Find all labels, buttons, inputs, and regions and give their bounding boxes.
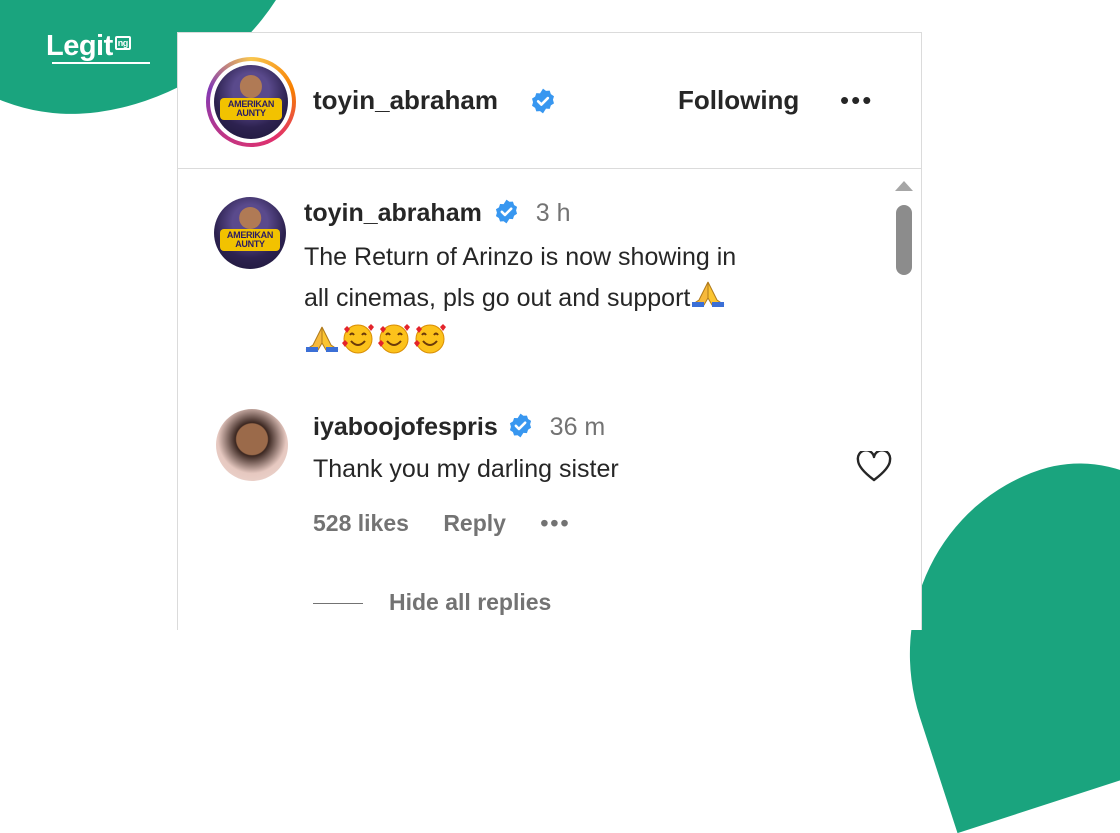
caption-line-2-text: all cinemas, pls go out and support	[304, 284, 691, 313]
verified-badge-icon	[508, 413, 533, 443]
verified-badge-icon	[530, 88, 556, 119]
commenter-avatar[interactable]	[216, 409, 288, 481]
more-options-icon[interactable]: •••	[840, 85, 873, 116]
avatar-title-text: AMERIKAN AUNTY	[219, 229, 281, 251]
caption-username[interactable]: toyin_abraham	[304, 199, 482, 227]
praying-hands-emoji-icon	[690, 278, 726, 321]
caption-line-1: The Return of Arinzo is now showing in	[304, 243, 737, 271]
comment-username[interactable]: iyaboojofespris	[313, 413, 498, 441]
comment-timestamp[interactable]: 36 m	[550, 413, 606, 441]
caption-text: The Return of Arinzo is now showing in a…	[304, 237, 864, 368]
brand-tld: ng	[114, 36, 131, 50]
caption-line-2: all cinemas, pls go out and support	[304, 278, 864, 321]
reply-button[interactable]: Reply	[443, 510, 506, 536]
avatar[interactable]: AMERIKAN AUNTY	[214, 65, 288, 139]
smiling-hearts-emoji-icon	[376, 321, 412, 368]
hide-replies-label[interactable]: Hide all replies	[389, 589, 551, 615]
caption-timestamp[interactable]: 3 h	[536, 199, 571, 227]
following-button[interactable]: Following	[678, 85, 799, 116]
verified-badge-icon	[494, 199, 519, 229]
smiling-hearts-emoji-icon	[340, 321, 376, 368]
hide-replies-toggle[interactable]: Hide all replies	[313, 589, 551, 616]
scroll-thumb[interactable]	[896, 205, 912, 275]
smiling-hearts-emoji-icon	[412, 321, 448, 368]
instagram-post-panel: AMERIKAN AUNTY toyin_abraham Following •…	[177, 32, 922, 630]
brand-logo: Legit ng	[46, 30, 150, 64]
brand-name: Legit	[46, 30, 113, 62]
caption-avatar[interactable]: AMERIKAN AUNTY	[214, 197, 286, 269]
praying-hands-emoji-icon	[304, 323, 340, 366]
comment-more-options-icon[interactable]: •••	[540, 510, 570, 536]
header-username[interactable]: toyin_abraham	[313, 85, 498, 116]
story-ring[interactable]: AMERIKAN AUNTY	[206, 57, 296, 147]
scroll-up-arrow-icon[interactable]	[895, 181, 913, 191]
comments-scroll-area[interactable]: AMERIKAN AUNTY toyin_abraham 3 h The Ret…	[178, 169, 921, 629]
brand-underline	[52, 62, 150, 64]
comment-likes-count[interactable]: 528 likes	[313, 510, 409, 536]
scrollbar[interactable]	[895, 181, 913, 629]
replies-divider-line	[313, 603, 363, 605]
avatar-title-text: AMERIKAN AUNTY	[219, 98, 283, 121]
post-header: AMERIKAN AUNTY toyin_abraham Following •…	[178, 33, 921, 169]
comment-actions: 528 likes Reply •••	[313, 510, 599, 537]
like-heart-icon[interactable]	[856, 449, 892, 488]
comment-text: Thank you my darling sister	[313, 455, 619, 483]
caption-line-3	[304, 321, 864, 368]
